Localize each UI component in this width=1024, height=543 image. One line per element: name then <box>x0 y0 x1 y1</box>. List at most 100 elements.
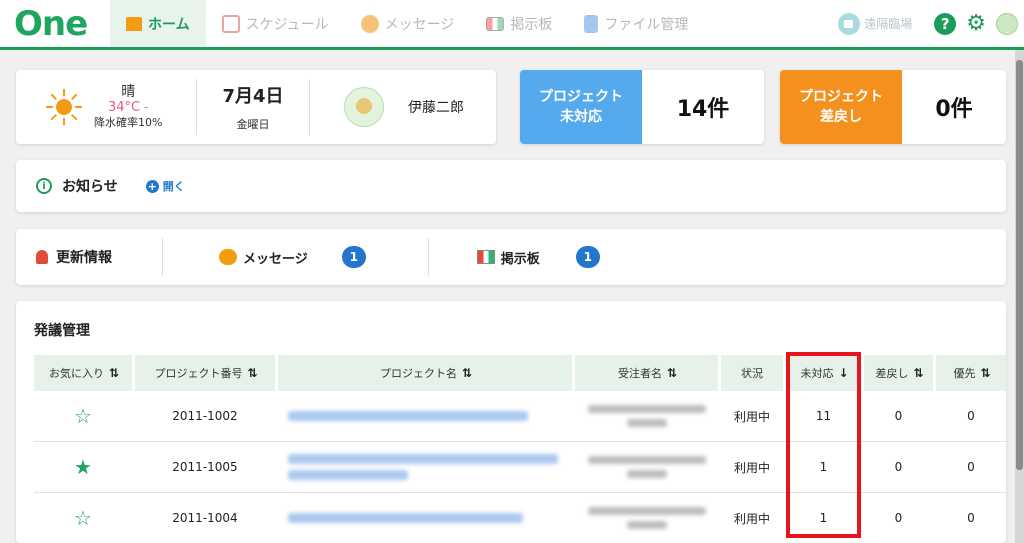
sort-icon: ⇅ <box>108 366 119 380</box>
col-status[interactable]: 状況 <box>721 355 783 391</box>
sort-icon: ⇅ <box>247 366 257 380</box>
priority-cell: 0 <box>967 511 975 525</box>
col-priority-label: 優先 <box>953 367 976 380</box>
project-returned-count: 0件 <box>935 97 973 122</box>
nav-schedule-label: スケジュール <box>245 16 329 33</box>
notice-open-button[interactable]: + 開く <box>145 178 185 194</box>
col-favorite[interactable]: お気に入り ⇅ <box>34 355 132 391</box>
updates-bulletin-item[interactable]: 掲示板 1 <box>476 246 600 268</box>
nav-file-management-label: ファイル管理 <box>604 16 689 33</box>
col-project-no[interactable]: プロジェクト番号 ⇅ <box>135 355 275 391</box>
info-icon: i <box>36 178 52 194</box>
col-returned[interactable]: 差戻し ⇅ <box>864 355 933 391</box>
rain-chance: 降水確率10% <box>94 115 163 129</box>
col-contractor[interactable]: 受注者名 ⇅ <box>575 355 718 391</box>
gear-icon[interactable]: ⚙ <box>966 12 986 35</box>
sort-icon: ⇅ <box>980 366 990 380</box>
bulletin-count-badge: 1 <box>575 246 600 268</box>
col-contractor-label: 受注者名 <box>617 367 662 380</box>
notice-card: i お知らせ + 開く <box>16 160 1006 212</box>
priority-cell: 0 <box>967 460 975 474</box>
col-returned-label: 差戻し <box>875 367 909 380</box>
top-nav: One ホーム スケジュール メッセージ 掲示板 ファイル管理 遠隔臨場 ? ⚙ <box>0 0 1024 50</box>
col-project-no-label: プロジェクト番号 <box>154 367 243 380</box>
date: 7月4日 <box>222 86 284 107</box>
col-project-name[interactable]: プロジェクト名 ⇅ <box>278 355 572 391</box>
plus-icon: + <box>145 179 159 193</box>
project-name-link[interactable] <box>278 391 572 441</box>
notice-open-label: 開く <box>162 180 185 193</box>
nav-file-management[interactable]: ファイル管理 <box>568 0 704 47</box>
project-no-cell: 2011-1002 <box>172 409 238 423</box>
status-cell: 利用中 <box>733 511 770 526</box>
logo-text: One <box>14 3 88 44</box>
calendar-icon <box>221 14 240 33</box>
status-cell: 利用中 <box>733 409 770 424</box>
message-icon <box>219 249 237 265</box>
order-management-title: 発議管理 <box>34 323 90 339</box>
weekday: 金曜日 <box>236 118 270 131</box>
date-widget: 7月4日 金曜日 <box>197 82 309 132</box>
home-icon <box>126 16 142 31</box>
weather-date-user-card: 晴 34°C - 降水確率10% 7月4日 金曜日 伊藤二郎 <box>16 70 496 144</box>
favorite-cell[interactable]: ☆ <box>34 493 132 543</box>
bulletin-board-icon <box>486 16 505 31</box>
updates-title: 更新情報 <box>56 250 112 266</box>
col-project-name-label: プロジェクト名 <box>379 367 457 380</box>
project-unhandled-card[interactable]: プロジェクト 未対応 14件 <box>520 70 764 144</box>
video-camera-icon <box>838 12 861 35</box>
favorite-cell[interactable]: ★ <box>34 442 132 492</box>
project-returned-card[interactable]: プロジェクト 差戻し 0件 <box>780 70 1006 144</box>
nav-home[interactable]: ホーム <box>110 0 206 47</box>
updates-bulletin-label: 掲示板 <box>500 251 540 267</box>
user-name: 伊藤二郎 <box>408 100 464 116</box>
favorite-cell[interactable]: ☆ <box>34 391 132 441</box>
remote-inspection-button[interactable]: 遠隔臨場 <box>838 12 912 35</box>
contractor-cell <box>575 391 718 441</box>
project-no-cell: 2011-1004 <box>172 511 238 525</box>
nav-bulletin-board-label: 掲示板 <box>510 16 553 33</box>
col-favorite-label: お気に入り <box>48 367 104 380</box>
notice-title: お知らせ <box>62 179 118 195</box>
updates-message-item[interactable]: メッセージ 1 <box>219 246 366 268</box>
temp-low: - <box>144 99 149 114</box>
star-outline-icon[interactable]: ☆ <box>74 506 92 530</box>
app-logo[interactable]: One <box>0 0 110 49</box>
star-filled-icon[interactable]: ★ <box>74 455 92 479</box>
project-unhandled-label: プロジェクト 未対応 <box>520 70 642 144</box>
priority-cell: 0 <box>967 409 975 423</box>
divider <box>427 238 429 276</box>
returned-cell: 0 <box>894 511 903 525</box>
scrollbar-thumb[interactable] <box>1016 60 1023 470</box>
weather-text: 晴 34°C - 降水確率10% <box>94 83 163 130</box>
temp-high: 34°C <box>107 99 141 115</box>
bulletin-board-icon <box>476 250 495 264</box>
project-unhandled-count: 14件 <box>676 97 730 122</box>
status-cell: 利用中 <box>733 460 770 475</box>
updates-card: 更新情報 メッセージ 1 掲示板 1 <box>16 229 1006 285</box>
user-avatar[interactable] <box>996 12 1018 35</box>
contractor-cell <box>575 493 718 543</box>
nav-home-label: ホーム <box>148 16 190 33</box>
project-name-link[interactable] <box>278 493 572 543</box>
project-name-link[interactable] <box>278 442 572 492</box>
col-priority[interactable]: 優先 ⇅ <box>936 355 1006 391</box>
contractor-cell <box>575 442 718 492</box>
nav-message[interactable]: メッセージ <box>345 0 471 47</box>
user-avatar-large <box>344 87 384 127</box>
message-count-badge: 1 <box>341 246 366 268</box>
help-icon[interactable]: ? <box>934 12 957 35</box>
file-icon <box>584 14 599 33</box>
bell-icon <box>36 250 48 264</box>
divider <box>162 238 163 276</box>
star-outline-icon[interactable]: ☆ <box>74 404 92 428</box>
weather-condition: 晴 <box>121 83 136 100</box>
temperature: 34°C - <box>108 100 148 115</box>
highlight-box <box>786 352 861 538</box>
col-status-label: 状況 <box>741 367 763 380</box>
nav-bulletin-board[interactable]: 掲示板 <box>470 0 568 47</box>
nav-schedule[interactable]: スケジュール <box>206 0 345 47</box>
updates-message-label: メッセージ <box>243 251 308 267</box>
message-icon <box>360 14 379 33</box>
sort-icon: ⇅ <box>666 366 677 380</box>
